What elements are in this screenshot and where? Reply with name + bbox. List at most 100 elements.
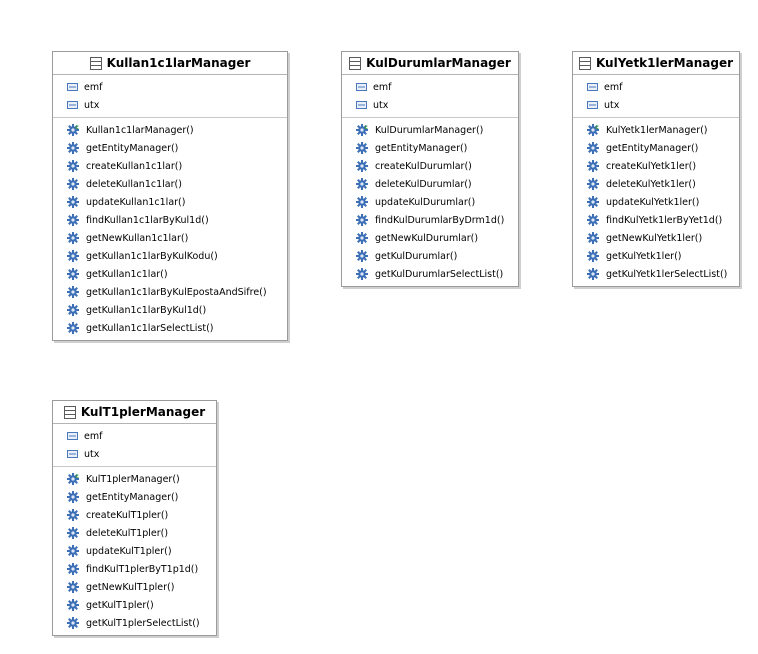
constructor-row[interactable]: c KulDurumlarManager() [342, 121, 518, 139]
field-label: emf [373, 81, 392, 93]
method-row[interactable]: createKulT1pler() [53, 506, 216, 524]
svg-text:c: c [75, 124, 79, 131]
method-gear-icon [67, 142, 86, 154]
svg-text:c: c [364, 124, 368, 131]
method-label: createKullan1c1lar() [86, 160, 183, 172]
method-row[interactable]: findKulT1plerByT1p1d() [53, 560, 216, 578]
method-label: getKulYetk1lerSelectList() [606, 268, 728, 280]
method-row[interactable]: findKulYetk1lerByYet1d() [573, 211, 739, 229]
fields-section: emf utx [53, 75, 287, 118]
method-row[interactable]: updateKulDurumlar() [342, 193, 518, 211]
field-row[interactable]: emf [53, 427, 216, 445]
method-row[interactable]: getNewKulDurumlar() [342, 229, 518, 247]
method-row[interactable]: createKulDurumlar() [342, 157, 518, 175]
method-row[interactable]: getKullan1c1larByKul1d() [53, 301, 287, 319]
class-box[interactable]: KulYetk1lerManager emf utx c KulYetk1lerMana… [572, 51, 740, 287]
method-row[interactable]: deleteKulDurumlar() [342, 175, 518, 193]
field-row[interactable]: emf [573, 78, 739, 96]
class-icon [63, 405, 76, 419]
constructor-row[interactable]: c Kullan1c1larManager() [53, 121, 287, 139]
class-box[interactable]: KulDurumlarManager emf utx c KulDurumlarMana… [341, 51, 519, 287]
field-icon [356, 101, 373, 109]
method-row[interactable]: updateKulYetk1ler() [573, 193, 739, 211]
method-row[interactable]: deleteKulT1pler() [53, 524, 216, 542]
class-title: KulYetk1lerManager [573, 52, 739, 75]
method-row[interactable]: deleteKulYetk1ler() [573, 175, 739, 193]
method-label: getKulDurumlar() [375, 250, 458, 262]
method-row[interactable]: getEntityManager() [342, 139, 518, 157]
method-row[interactable]: findKulDurumlarByDrm1d() [342, 211, 518, 229]
method-row[interactable]: getKulT1plerSelectList() [53, 614, 216, 632]
method-row[interactable]: getEntityManager() [573, 139, 739, 157]
method-gear-icon [67, 581, 86, 593]
class-box[interactable]: Kullan1c1larManager emf utx c Kullan1c1larMa… [52, 51, 288, 341]
method-label: getKulT1plerSelectList() [86, 617, 200, 629]
method-gear-icon [356, 142, 375, 154]
method-row[interactable]: updateKulT1pler() [53, 542, 216, 560]
class-icon [578, 56, 591, 70]
methods-section: c Kullan1c1larManager() getEntityManager()… [53, 118, 287, 340]
field-row[interactable]: utx [573, 96, 739, 114]
method-label: getEntityManager() [375, 142, 468, 154]
method-gear-icon [356, 160, 375, 172]
field-row[interactable]: utx [53, 445, 216, 463]
method-row[interactable]: getEntityManager() [53, 488, 216, 506]
method-row[interactable]: getKulDurumlarSelectList() [342, 265, 518, 283]
method-gear-icon [356, 214, 375, 226]
method-gear-icon [67, 304, 86, 316]
constructor-row[interactable]: c KulT1plerManager() [53, 470, 216, 488]
method-label: updateKulT1pler() [86, 545, 172, 557]
field-row[interactable]: emf [342, 78, 518, 96]
method-gear-icon [587, 250, 606, 262]
method-row[interactable]: getKullan1c1larByKulEpostaAndSifre() [53, 283, 287, 301]
method-gear-icon [67, 527, 86, 539]
method-label: findKulDurumlarByDrm1d() [375, 214, 505, 226]
method-row[interactable]: getEntityManager() [53, 139, 287, 157]
method-row[interactable]: getKullan1c1larSelectList() [53, 319, 287, 337]
method-row[interactable]: getNewKulT1pler() [53, 578, 216, 596]
method-gear-icon [67, 214, 86, 226]
method-label: getKullan1c1larByKulKodu() [86, 250, 218, 262]
method-label: createKulYetk1ler() [606, 160, 697, 172]
method-row[interactable]: getNewKulYetk1ler() [573, 229, 739, 247]
method-label: getKullan1c1larByKulEpostaAndSifre() [86, 286, 267, 298]
svg-text:c: c [595, 124, 599, 131]
field-icon [67, 101, 84, 109]
method-row[interactable]: createKulYetk1ler() [573, 157, 739, 175]
method-row[interactable]: findKullan1c1larByKul1d() [53, 211, 287, 229]
method-gear-icon [67, 599, 86, 611]
field-row[interactable]: emf [53, 78, 287, 96]
method-label: deleteKulT1pler() [86, 527, 169, 539]
method-row[interactable]: createKullan1c1lar() [53, 157, 287, 175]
method-row[interactable]: getKulT1pler() [53, 596, 216, 614]
method-row[interactable]: getKullan1c1lar() [53, 265, 287, 283]
method-row[interactable]: getKullan1c1larByKulKodu() [53, 247, 287, 265]
method-row[interactable]: getKulYetk1lerSelectList() [573, 265, 739, 283]
method-row[interactable]: getNewKullan1c1lar() [53, 229, 287, 247]
field-row[interactable]: utx [53, 96, 287, 114]
method-label: getNewKulT1pler() [86, 581, 175, 593]
field-label: utx [373, 99, 389, 111]
method-gear-icon [67, 232, 86, 244]
method-row[interactable]: updateKullan1c1lar() [53, 193, 287, 211]
method-gear-icon [587, 160, 606, 172]
field-icon [356, 83, 373, 91]
constructor-gear-icon: c [67, 473, 86, 485]
constructor-gear-icon: c [587, 124, 606, 136]
field-row[interactable]: utx [342, 96, 518, 114]
method-gear-icon [587, 142, 606, 154]
method-label: updateKulDurumlar() [375, 196, 476, 208]
method-row[interactable]: getKulDurumlar() [342, 247, 518, 265]
class-box[interactable]: KulT1plerManager emf utx c KulT1plerManager(… [52, 400, 217, 636]
method-label: createKulT1pler() [86, 509, 169, 521]
constructor-row[interactable]: c KulYetk1lerManager() [573, 121, 739, 139]
field-label: emf [604, 81, 623, 93]
method-row[interactable]: getKulYetk1ler() [573, 247, 739, 265]
method-label: getEntityManager() [86, 491, 179, 503]
methods-section: c KulYetk1lerManager() getEntityManager() c… [573, 118, 739, 286]
constructor-gear-icon: c [356, 124, 375, 136]
method-label: getNewKulYetk1ler() [606, 232, 703, 244]
method-label: getKulDurumlarSelectList() [375, 268, 504, 280]
method-row[interactable]: deleteKullan1c1lar() [53, 175, 287, 193]
method-label: deleteKullan1c1lar() [86, 178, 182, 190]
